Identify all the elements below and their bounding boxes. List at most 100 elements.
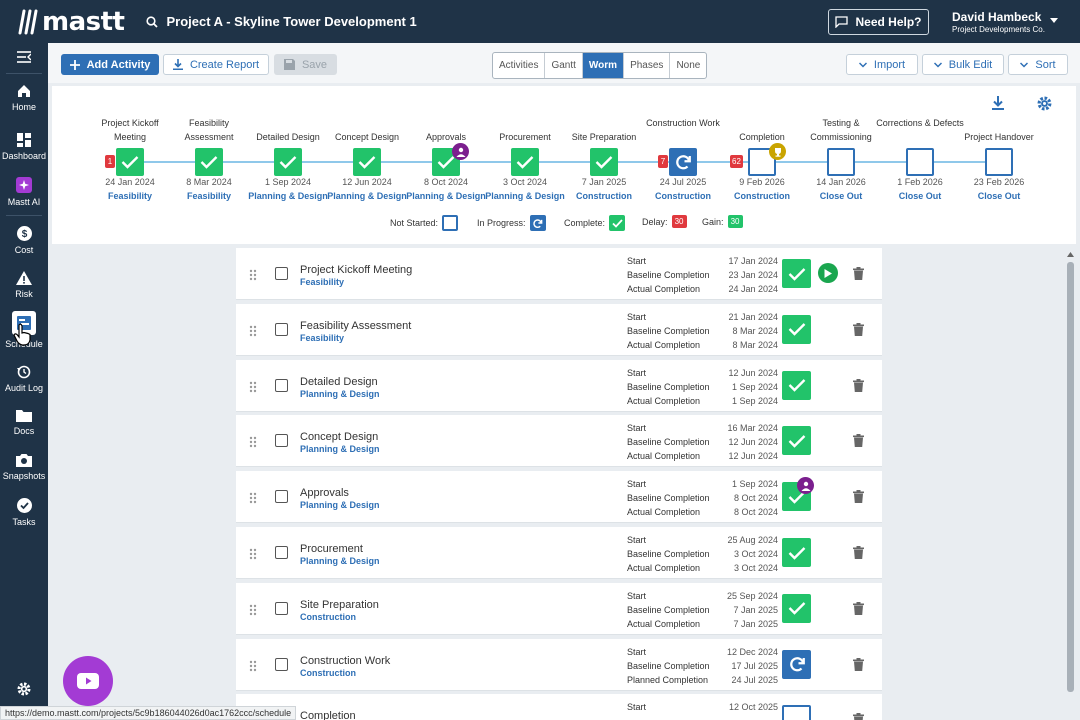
activity-status-in-progress[interactable]: [782, 649, 811, 679]
activity-checkbox[interactable]: [275, 490, 288, 504]
user-avatar-icon[interactable]: [452, 143, 469, 160]
activity-checkbox[interactable]: [275, 434, 288, 448]
delete-icon[interactable]: [853, 601, 864, 620]
activity-name[interactable]: Site Preparation: [300, 599, 379, 611]
sidebar-divider: [6, 215, 42, 216]
view-tab-gantt[interactable]: Gantt: [545, 53, 583, 78]
sidebar-item-home[interactable]: Home: [0, 84, 48, 112]
drag-handle-icon[interactable]: [249, 268, 257, 286]
activity-row[interactable]: Concept Design Planning & Design Start Base…: [236, 415, 882, 468]
milestone-status-box[interactable]: [274, 148, 302, 176]
play-icon[interactable]: [818, 263, 838, 283]
delete-icon[interactable]: [853, 713, 864, 720]
activity-row[interactable]: Procurement Planning & Design Start Baselin…: [236, 527, 882, 579]
user-avatar-icon[interactable]: [797, 477, 814, 495]
save-button[interactable]: Save: [274, 54, 337, 75]
sidebar-item-snapshots[interactable]: Snapshots: [0, 453, 48, 481]
delete-icon[interactable]: [853, 434, 864, 452]
drag-handle-icon[interactable]: [249, 491, 257, 509]
activity-name[interactable]: Feasibility Assessment: [300, 320, 411, 332]
activity-name[interactable]: Project Kickoff Meeting: [300, 264, 412, 276]
milestone-status-box[interactable]: [985, 148, 1013, 176]
sidebar-item-dashboard[interactable]: Dashboard: [0, 133, 48, 161]
import-button[interactable]: Import: [846, 54, 918, 75]
bulk-edit-button[interactable]: Bulk Edit: [922, 54, 1004, 75]
activity-name[interactable]: Completion: [300, 710, 356, 720]
activity-name[interactable]: Detailed Design: [300, 376, 378, 388]
activity-checkbox[interactable]: [275, 657, 288, 671]
milestone-status-box[interactable]: [195, 148, 223, 176]
menu-collapse-icon[interactable]: [17, 51, 31, 63]
activity-name[interactable]: Approvals: [300, 487, 349, 499]
need-help-button[interactable]: Need Help?: [828, 9, 929, 35]
user-menu[interactable]: David Hambeck Project Developments Co.: [952, 10, 1058, 34]
activity-row[interactable]: Approvals Planning & Design Start Baseline …: [236, 471, 882, 524]
sort-button[interactable]: Sort: [1008, 54, 1068, 75]
milestone-status-box[interactable]: [590, 148, 618, 176]
drag-handle-icon[interactable]: [249, 435, 257, 453]
sidebar-item-tasks[interactable]: Tasks: [0, 498, 48, 527]
sidebar-item-mastt-ai[interactable]: Mastt AI: [0, 177, 48, 207]
delete-icon[interactable]: [853, 267, 864, 285]
drag-handle-icon[interactable]: [249, 547, 257, 565]
milestone-status-box[interactable]: [827, 148, 855, 176]
activity-status-complete[interactable]: [782, 259, 811, 288]
milestone-status-box[interactable]: [669, 148, 697, 176]
view-tab-worm[interactable]: Worm: [582, 53, 625, 78]
sidebar-item-cost[interactable]: $ Cost: [0, 226, 48, 255]
drag-handle-icon[interactable]: [249, 324, 257, 342]
activity-status-complete[interactable]: [782, 426, 811, 456]
activity-status-not-started[interactable]: [782, 705, 811, 720]
worm-legend: Not Started: In Progress: Complete: Dela…: [52, 213, 1076, 233]
mastt-logo[interactable]: mastt: [16, 7, 125, 37]
gear-icon[interactable]: [17, 682, 31, 696]
sidebar-item-audit-log[interactable]: Audit Log: [0, 365, 48, 393]
scroll-up-arrow-icon[interactable]: [1067, 252, 1074, 257]
delete-icon[interactable]: [853, 657, 864, 676]
activity-list-scrollbar[interactable]: [1066, 250, 1075, 715]
view-tab-none[interactable]: None: [670, 53, 706, 78]
milestone-date: 3 Oct 2024: [502, 177, 548, 187]
milestone-status-box[interactable]: [511, 148, 539, 176]
activity-row[interactable]: CompletionConstructionStart12 Oct 2025: [236, 694, 882, 720]
activity-name[interactable]: Concept Design: [300, 431, 378, 443]
activity-checkbox[interactable]: [275, 546, 288, 559]
activity-checkbox[interactable]: [275, 267, 288, 280]
sidebar-item-risk[interactable]: Risk: [0, 271, 48, 299]
activity-status-complete[interactable]: [782, 538, 811, 567]
add-activity-button[interactable]: Add Activity: [61, 54, 159, 75]
delete-icon[interactable]: [853, 322, 864, 341]
milestone-status-box[interactable]: [353, 148, 381, 176]
activity-status-complete[interactable]: [782, 370, 811, 400]
milestone-status-box[interactable]: [116, 148, 144, 176]
download-icon[interactable]: [992, 96, 1004, 110]
drag-handle-icon[interactable]: [249, 659, 257, 677]
activity-checkbox[interactable]: [275, 601, 288, 615]
delay-badge: 7: [658, 155, 668, 168]
activity-checkbox[interactable]: [275, 378, 288, 392]
delete-icon[interactable]: [853, 490, 864, 508]
activity-row[interactable]: Construction Work Construction Start Baseli…: [236, 638, 882, 691]
view-tab-activities[interactable]: Activities: [493, 53, 546, 78]
activity-row[interactable]: Feasibility Assessment Feasibility Start Ba…: [236, 303, 882, 356]
drag-handle-icon[interactable]: [249, 603, 257, 621]
sidebar-item-docs[interactable]: Docs: [0, 409, 48, 436]
activity-row[interactable]: Site Preparation Construction Start Baselin…: [236, 582, 882, 635]
video-help-button[interactable]: [63, 656, 113, 706]
activity-checkbox[interactable]: [275, 322, 288, 336]
delete-icon[interactable]: [853, 378, 864, 397]
activity-row[interactable]: Project Kickoff Meeting Feasibility Start B…: [236, 248, 882, 300]
scroll-thumb[interactable]: [1067, 262, 1074, 692]
activity-status-complete[interactable]: [782, 314, 811, 344]
activity-row[interactable]: Detailed Design Planning & Design Start Bas…: [236, 359, 882, 412]
activity-name[interactable]: Construction Work: [300, 655, 390, 667]
project-selector[interactable]: Project A - Skyline Tower Development 1: [146, 14, 417, 29]
drag-handle-icon[interactable]: [249, 380, 257, 398]
delete-icon[interactable]: [853, 546, 864, 564]
gear-icon[interactable]: [1037, 96, 1052, 111]
create-report-button[interactable]: Create Report: [163, 54, 269, 75]
activity-name[interactable]: Procurement: [300, 543, 363, 555]
milestone-status-box[interactable]: [906, 148, 934, 176]
view-tab-phases[interactable]: Phases: [624, 53, 671, 78]
activity-status-complete[interactable]: [782, 593, 811, 623]
